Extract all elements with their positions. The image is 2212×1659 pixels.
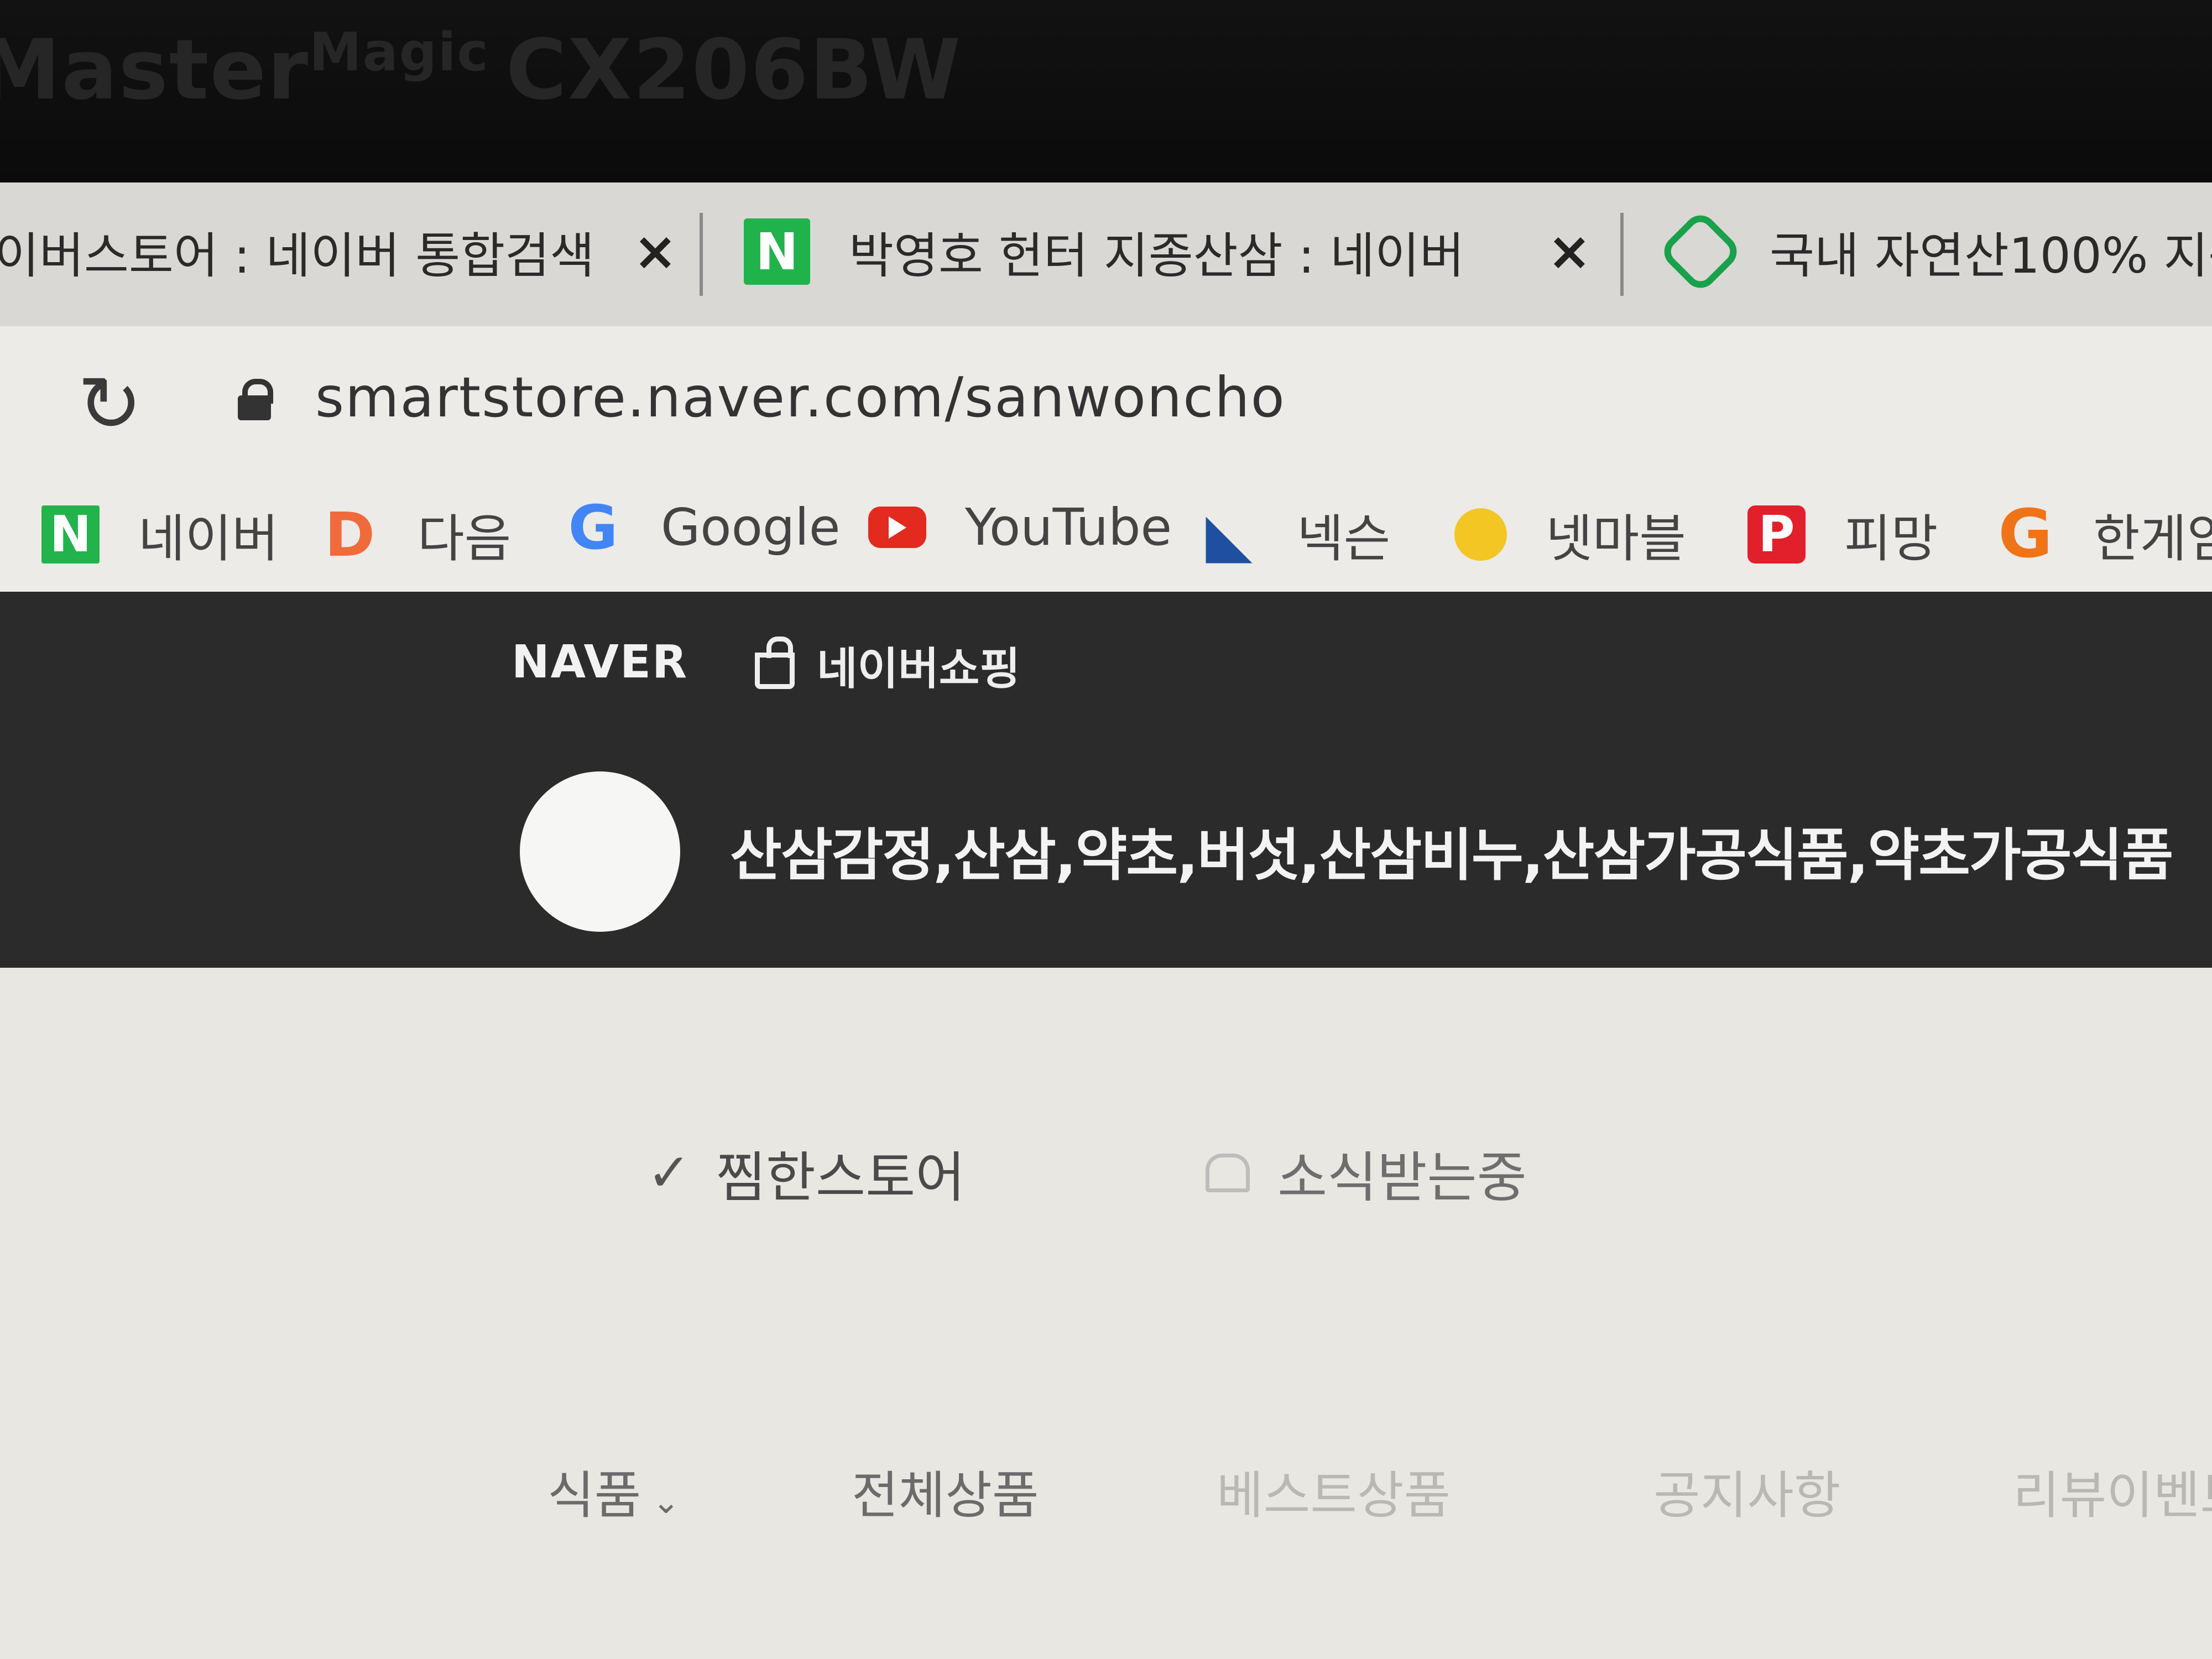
bookmark-label: 네이버 (138, 509, 279, 568)
naver-shopping-link[interactable]: 네이버쇼핑 (755, 633, 1020, 697)
naver-icon: N (41, 505, 100, 564)
close-icon[interactable]: × (633, 221, 677, 282)
check-icon: ✓ (647, 1142, 691, 1203)
bookmark-pmang[interactable]: P 피망 (1747, 498, 1938, 571)
bookmark-label: 한게임 (2093, 509, 2212, 568)
shopping-bag-icon (755, 637, 795, 689)
naver-logo[interactable]: NAVER (512, 636, 688, 688)
bell-icon (1206, 1154, 1250, 1192)
bookmark-label: Google (661, 498, 841, 557)
address-bar[interactable]: smartstore.naver.com/sanwoncho (315, 365, 1286, 430)
tab-separator (700, 213, 703, 296)
nexon-icon: ◣ (1206, 499, 1253, 570)
bookmark-label: 피망 (1844, 509, 1938, 568)
bookmark-hangame[interactable]: G 한게임 (1996, 496, 2212, 573)
bookmark-netmarble[interactable]: 넷마블 (1454, 498, 1686, 571)
bookmark-naver[interactable]: N 네이버 (41, 498, 279, 571)
store-favicon-icon (1657, 208, 1744, 295)
wished-store-button[interactable]: ✓ 찜한스토어 (647, 1134, 965, 1212)
bookmark-label: 다음 (418, 509, 512, 568)
daum-icon: D (324, 499, 375, 570)
news-subscribe-label: 소식받는중 (1277, 1146, 1527, 1209)
category-label: 식품 (547, 1466, 641, 1525)
news-subscribe-button[interactable]: 소식받는중 (1206, 1134, 1527, 1212)
browser-tab[interactable]: N 박영호 헌터 지종산삼 : 네이버 × (744, 202, 1592, 301)
browser-toolbar: ↻ smartstore.naver.com/sanwoncho (0, 326, 2212, 476)
hangame-icon: G (1998, 496, 2053, 573)
bookmark-label: 넥슨 (1297, 509, 1391, 568)
bookmark-daum[interactable]: D 다음 (321, 498, 511, 571)
reload-icon[interactable]: ↻ (77, 359, 142, 450)
tab-title: 박영호 헌터 지종산삼 : 네이버 (849, 227, 1465, 284)
browser-tab[interactable]: 국내 자연산100% 지종 (1657, 202, 2212, 301)
naver-shopping-label: 네이버쇼핑 (817, 643, 1020, 695)
store-avatar[interactable] (520, 771, 680, 932)
naver-icon: N (744, 218, 810, 285)
tab-title: 이버스토어 : 네이버 통합검색 (0, 227, 595, 284)
wished-store-label: 찜한스토어 (716, 1146, 966, 1209)
browser-tab-bar: 이버스토어 : 네이버 통합검색 × N 박영호 헌터 지종산삼 : 네이버 ×… (0, 182, 2212, 326)
close-icon[interactable]: × (1547, 221, 1592, 282)
store-header: NAVER 네이버쇼핑 산삼감정,산삼,약초,버섯,산삼비누,산삼가공식품,약초… (0, 592, 2212, 968)
category-notice[interactable]: 공지사항 (1653, 1454, 1841, 1528)
lock-icon[interactable] (238, 379, 273, 420)
store-name[interactable]: 산삼감정,산삼,약초,버섯,산삼비누,산삼가공식품,약초가공식품 (730, 810, 2173, 891)
store-content: ✓ 찜한스토어 소식받는중 식품 ⌄ 전체상품 베스트상품 공지사항 리뷰이벤트 (0, 968, 2212, 1659)
category-best-products[interactable]: 베스트상품 (1217, 1454, 1451, 1528)
bookmark-label: 넷마블 (1546, 509, 1686, 568)
tab-title: 국내 자연산100% 지종 (1770, 227, 2212, 284)
bookmark-nexon[interactable]: ◣ 넥슨 (1200, 498, 1390, 571)
youtube-icon (868, 507, 926, 548)
browser-tab[interactable]: 이버스토어 : 네이버 통합검색 × (0, 202, 677, 301)
bookmark-google[interactable]: G Google (564, 492, 841, 563)
chevron-down-icon: ⌄ (652, 1483, 680, 1521)
bookmark-youtube[interactable]: YouTube (868, 498, 1172, 557)
category-all-products[interactable]: 전체상품 (852, 1454, 1039, 1528)
category-review-event[interactable]: 리뷰이벤트 (2013, 1454, 2212, 1528)
pmang-icon: P (1747, 505, 1806, 564)
category-menu-food[interactable]: 식품 ⌄ (547, 1454, 680, 1528)
bookmarks-bar: N 네이버 D 다음 G Google YouTube ◣ 넥슨 넷마블 P 피… (0, 476, 2212, 592)
bookmark-label: YouTube (965, 498, 1172, 557)
google-icon: G (568, 492, 618, 563)
netmarble-icon (1454, 508, 1507, 561)
monitor-bezel: MasterMagic CX206BW (0, 0, 2212, 182)
monitor-brand-label: MasterMagic CX206BW (0, 22, 962, 118)
tab-separator (1620, 213, 1624, 296)
